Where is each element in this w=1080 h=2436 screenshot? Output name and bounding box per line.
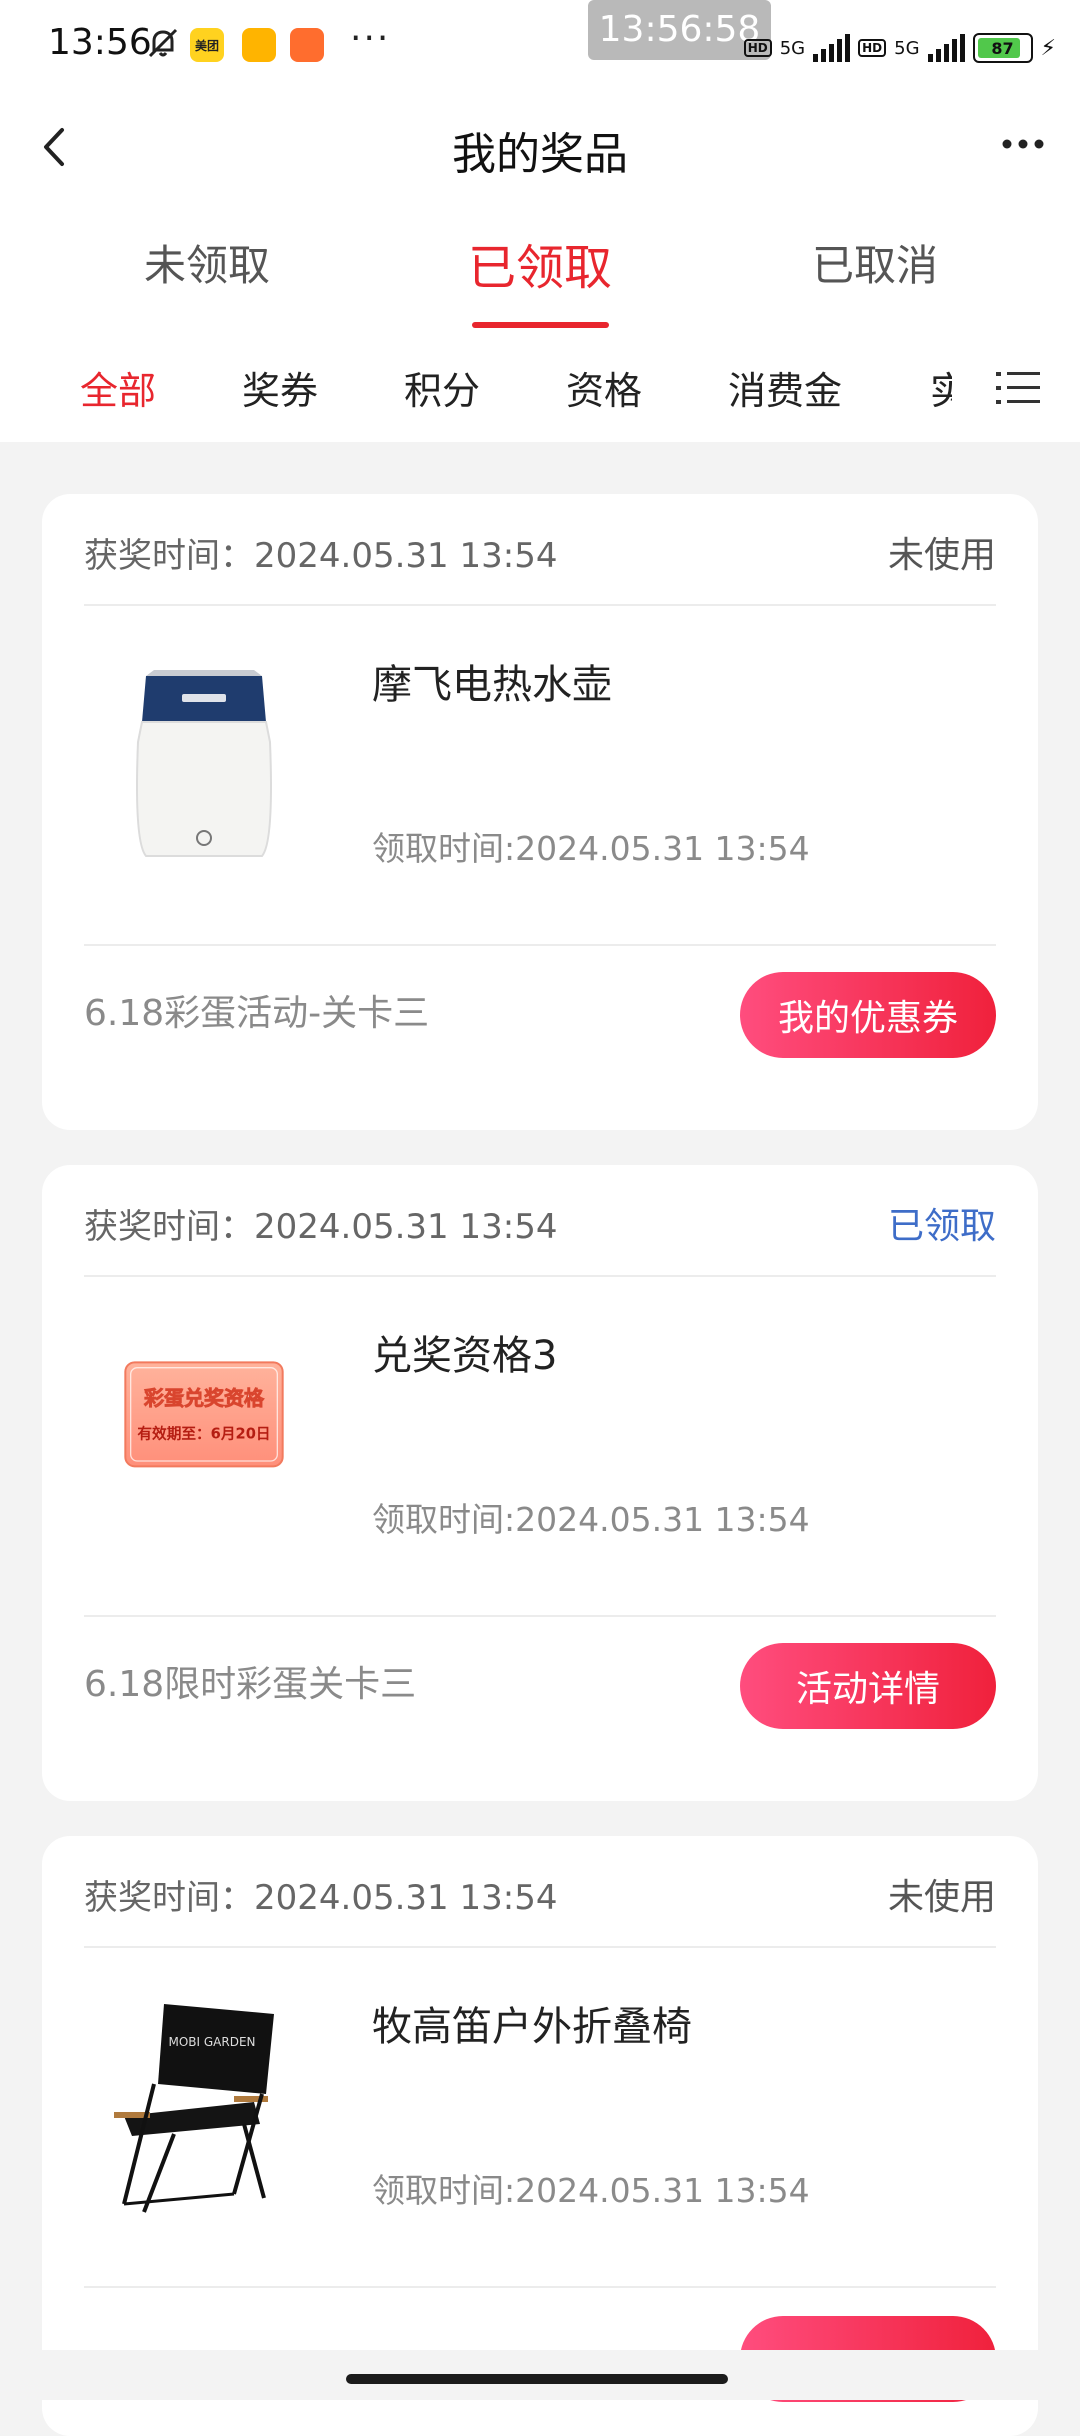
network-5g-label: 5G [894, 37, 920, 59]
more-notifications-icon: ··· [350, 18, 391, 59]
chair-brand: MOBI GARDEN [168, 2035, 255, 2049]
bell-muted-icon [148, 28, 178, 58]
card-header: 获奖时间：2024.05.31 13:54 已领取 [84, 1165, 996, 1277]
charging-icon: ⚡ [1040, 35, 1056, 61]
category-points[interactable]: 积分 [404, 360, 480, 415]
status-badge: 未使用 [887, 1877, 996, 1918]
claim-time: 领取时间:2024.05.31 13:54 [372, 1500, 810, 1539]
card-divider [84, 944, 996, 946]
prize-card[interactable]: 获奖时间：2024.05.31 13:54 未使用 摩飞电热水壶 领取时间:20… [42, 494, 1038, 1130]
my-coupons-button[interactable]: 我的优惠券 [740, 972, 996, 1058]
category-tabs: 全部 奖券 积分 资格 消费金 实 [0, 332, 1080, 442]
card-header: 获奖时间：2024.05.31 13:54 未使用 [84, 494, 996, 606]
card-divider [84, 2286, 996, 2288]
award-time: 获奖时间：2024.05.31 13:54 [84, 536, 558, 576]
tab-unclaimed[interactable]: 未领取 [144, 232, 270, 293]
claim-time: 领取时间:2024.05.31 13:54 [372, 2171, 810, 2210]
prize-card[interactable]: 获奖时间：2024.05.31 13:54 已领取 彩蛋兑奖资格 有效期至：6月… [42, 1165, 1038, 1801]
ticket-validity: 有效期至：6月20日 [137, 1424, 270, 1442]
category-qualification[interactable]: 资格 [566, 360, 642, 415]
page-title: 我的奖品 [452, 129, 628, 180]
activity-name: 6.18限时彩蛋关卡三 [84, 1664, 417, 1705]
active-tab-indicator [472, 322, 609, 328]
network-5g-label: 5G [779, 37, 806, 59]
prize-name: 牧高笛户外折叠椅 [372, 2004, 692, 2050]
battery-level: 87 [991, 38, 1014, 58]
claim-time: 领取时间:2024.05.31 13:54 [372, 829, 810, 868]
signal-icon [927, 34, 965, 62]
status-time: 13:56 [48, 22, 152, 63]
prize-name: 摩飞电热水壶 [372, 662, 612, 708]
tab-claimed[interactable]: 已领取 [468, 228, 612, 298]
status-tabs: 未领取 已领取 已取消 [0, 202, 1080, 332]
status-badge: 未使用 [887, 535, 996, 576]
card-header: 获奖时间：2024.05.31 13:54 未使用 [84, 1836, 996, 1948]
prize-name: 兑奖资格3 [372, 1333, 558, 1379]
award-time: 获奖时间：2024.05.31 13:54 [84, 1207, 558, 1247]
folding-chair-icon: MOBI GARDEN [114, 2004, 274, 2213]
status-bar: 13:56 美团 ··· 13:56:58 HD 5G HD 5G 87 ⚡ [0, 0, 1080, 92]
battery-icon: 87 [972, 33, 1033, 63]
category-vouchers[interactable]: 奖券 [242, 360, 318, 415]
activity-details-button[interactable]: 活动详情 [740, 1643, 996, 1729]
navigation-header: 我的奖品 [0, 92, 1080, 202]
status-badge: 已领取 [887, 1206, 996, 1247]
category-physical-partial[interactable]: 实 [930, 360, 952, 408]
home-indicator[interactable] [346, 2374, 728, 2384]
award-time: 获奖时间：2024.05.31 13:54 [84, 1878, 558, 1918]
qualification-ticket-icon: 彩蛋兑奖资格 有效期至：6月20日 [124, 1361, 284, 1468]
more-options-icon[interactable] [998, 124, 1048, 164]
meituan-app-icon: 美团 [190, 28, 224, 62]
hd-icon: HD [743, 39, 772, 57]
category-all[interactable]: 全部 [80, 360, 156, 415]
category-list-icon[interactable] [996, 368, 1040, 408]
activity-name: 6.18彩蛋活动-关卡三 [84, 993, 430, 1034]
status-indicators: HD 5G HD 5G 87 ⚡ [743, 28, 1056, 68]
prize-card[interactable]: 获奖时间：2024.05.31 13:54 未使用 MOBI GARDEN 牧高… [42, 1836, 1038, 2436]
ticket-title: 彩蛋兑奖资格 [143, 1386, 265, 1410]
notes-app-icon [242, 28, 276, 62]
card-divider [84, 1615, 996, 1617]
signal-icon [813, 34, 851, 62]
category-spending-credit[interactable]: 消费金 [728, 360, 842, 415]
shopping-app-icon [290, 28, 324, 62]
electric-kettle-icon [136, 670, 272, 857]
hd-icon: HD [858, 39, 887, 57]
tab-cancelled[interactable]: 已取消 [812, 232, 938, 293]
